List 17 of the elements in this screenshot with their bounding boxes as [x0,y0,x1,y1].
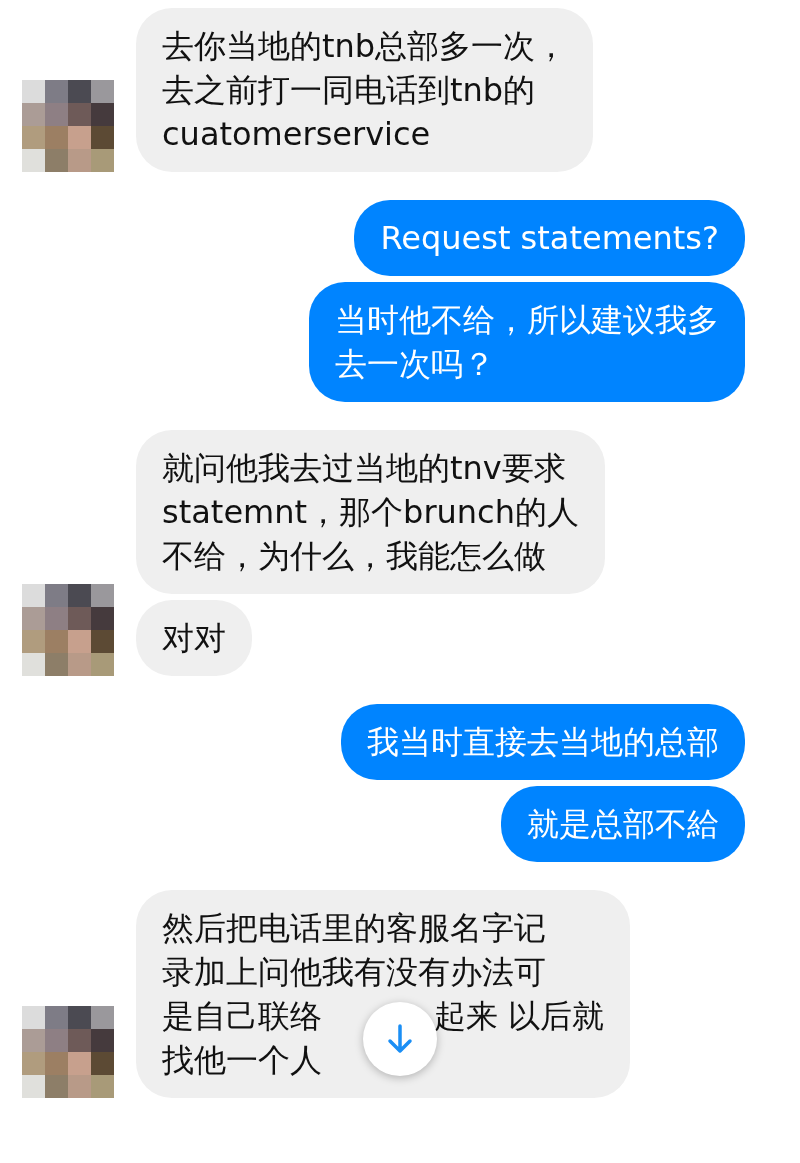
message-text: 当时他不给，所以建议我多 [335,300,719,341]
message-text: 就是总部不給 [527,804,719,845]
message-text: cuatomerservice [162,114,431,155]
message-text: 我当时直接去当地的总部 [367,722,719,763]
message-text: 不给，为什么，我能怎么做 [162,536,546,577]
message-text: 找他一个人 [162,1040,322,1081]
message-text: 录加上问他我有没有办法可 [162,952,546,993]
message-text: 对对 [162,618,226,659]
message-text: 然后把电话里的客服名字记 [162,908,546,949]
message-text: 去之前打一同电话到tnb的 [162,70,536,111]
message-text: 起来 以后就 [434,996,605,1037]
message-text: 就问他我去过当地的tnv要求 [162,448,566,489]
message-text: 去一次吗？ [335,344,495,385]
message-text: 去你当地的tnb总部多一次， [162,26,568,67]
message-text: 是自己联络 [162,996,322,1037]
message-text: Request statements? [380,218,719,259]
message-text: statemnt，那个brunch的人 [162,492,579,533]
